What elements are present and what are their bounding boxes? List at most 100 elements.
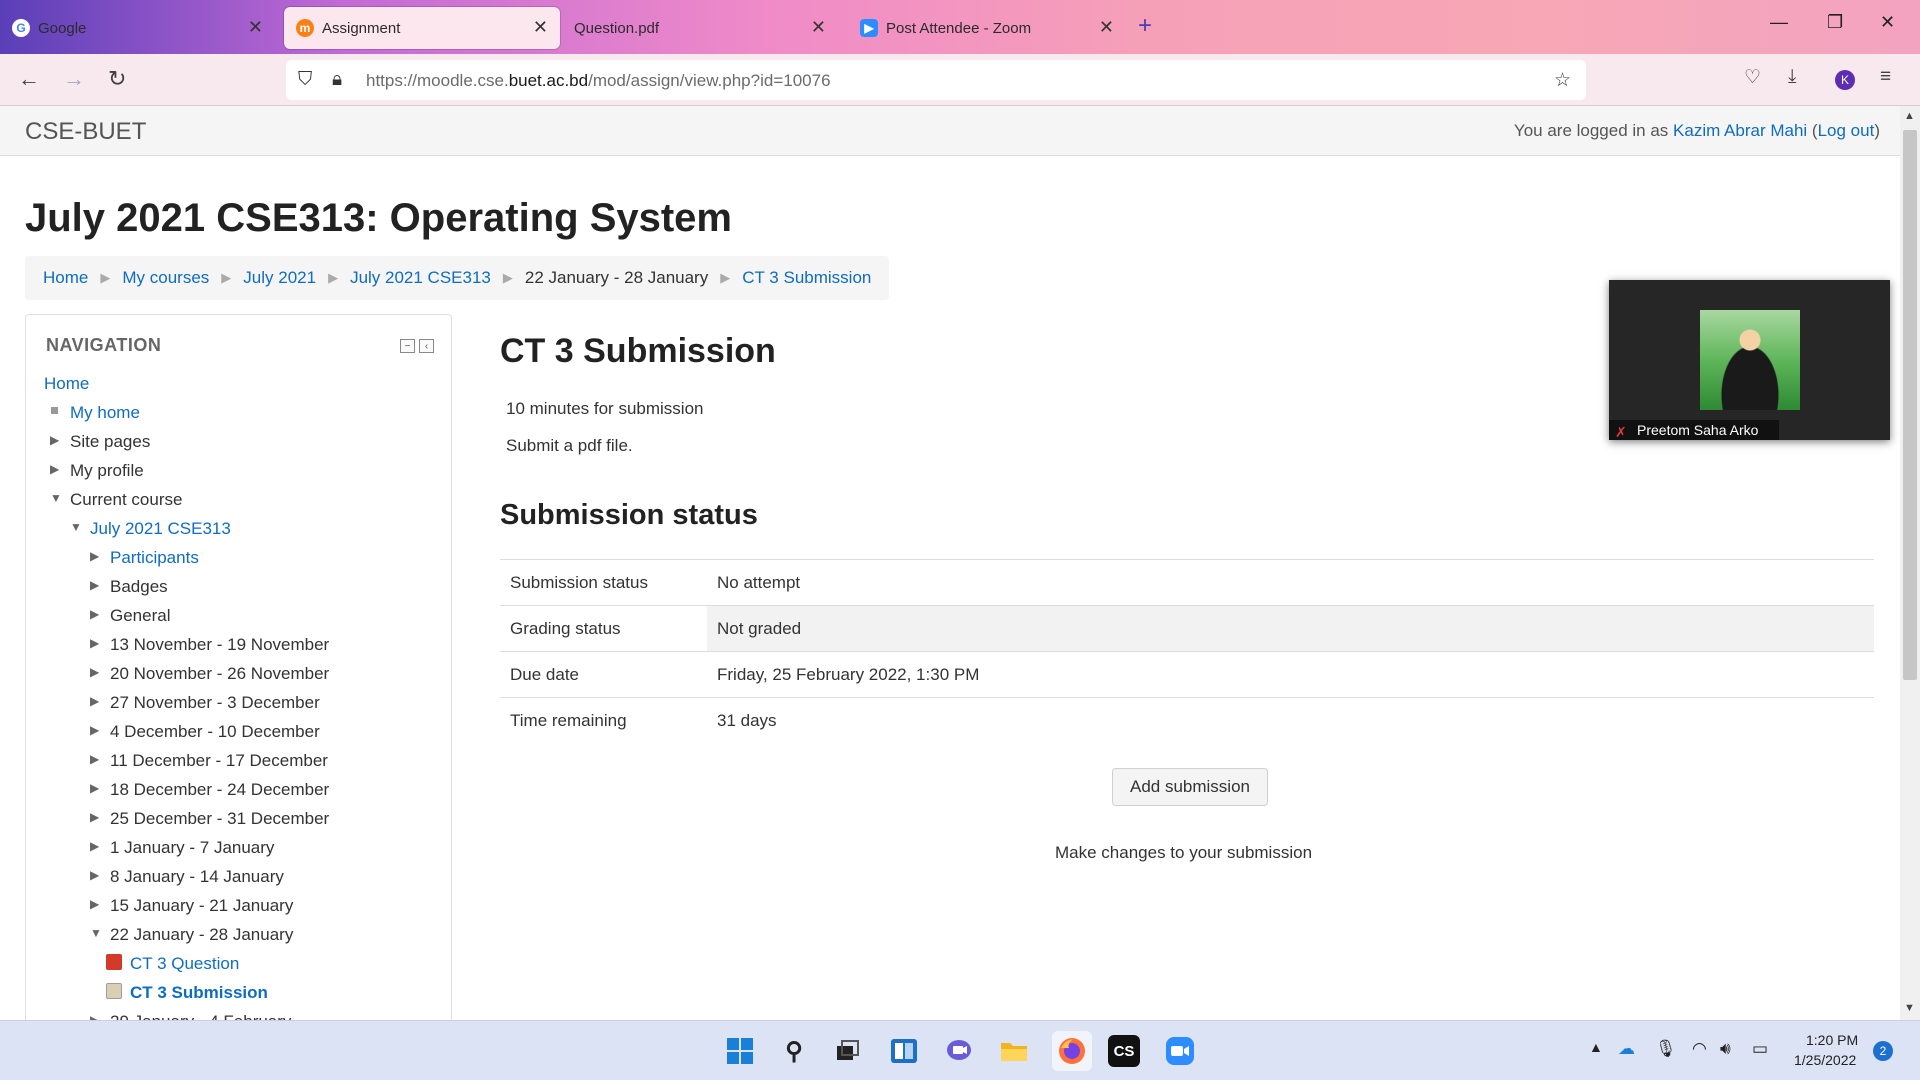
onedrive-icon[interactable]: ☁: [1618, 1039, 1635, 1059]
tab-title: Assignment: [322, 19, 401, 37]
start-icon[interactable]: [724, 1035, 756, 1067]
site-name[interactable]: CSE-BUET: [25, 118, 146, 146]
back-icon[interactable]: ←: [18, 66, 40, 92]
expand-arrow-icon: ▶: [90, 781, 100, 795]
navigation-block: NAVIGATION − ‹ Home My home ▶ Site pages …: [25, 314, 452, 1020]
nav-item-home[interactable]: Home: [44, 374, 89, 394]
zoom-video-thumbnail[interactable]: ✗ Preetom Saha Arko: [1609, 280, 1890, 440]
cs-app-icon[interactable]: CS: [1108, 1035, 1140, 1067]
close-icon[interactable]: ✕: [533, 17, 548, 38]
breadcrumb-home[interactable]: Home: [43, 268, 88, 288]
breadcrumb-my-courses[interactable]: My courses: [122, 268, 209, 288]
zoom-icon: ▶: [860, 19, 878, 37]
expand-arrow-icon: ▶: [90, 868, 100, 882]
nav-item-week[interactable]: ▶ 15 January - 21 January: [90, 896, 293, 916]
bookmark-star-icon[interactable]: ☆: [1554, 69, 1571, 92]
nav-item-week[interactable]: ▶ 20 November - 26 November: [90, 664, 329, 684]
search-icon[interactable]: ⚲: [778, 1035, 810, 1067]
nav-item-ct3-submission[interactable]: CT 3 Submission: [106, 983, 268, 1003]
battery-icon[interactable]: ▭: [1752, 1039, 1768, 1059]
changes-note: Make changes to your submission: [1055, 843, 1313, 862]
breadcrumb-current[interactable]: CT 3 Submission: [742, 268, 871, 288]
user-name-link[interactable]: Kazim Abrar Mahi: [1673, 121, 1807, 140]
tab-zoom[interactable]: ▶ Post Attendee - Zoom ✕: [848, 7, 1126, 49]
new-tab-button[interactable]: +: [1138, 12, 1152, 40]
navigation-toolbar: ← → ↻ ⛉ 🔒︎ https://moodle.cse.buet.ac.bd…: [0, 54, 1920, 106]
forward-icon[interactable]: →: [63, 66, 85, 92]
url-text[interactable]: https://moodle.cse.buet.ac.bd/mod/assign…: [366, 71, 831, 91]
breadcrumb-separator-icon: ▶: [100, 270, 111, 285]
page-scrollbar[interactable]: ▲ ▼: [1900, 106, 1920, 1020]
close-icon[interactable]: ✕: [811, 17, 826, 38]
nav-item-site-pages[interactable]: ▶ Site pages: [50, 432, 150, 452]
bullet-icon: [51, 407, 58, 414]
expand-arrow-icon: ▶: [90, 549, 100, 563]
nav-item-week[interactable]: ▶ 25 December - 31 December: [90, 809, 329, 829]
shield-icon[interactable]: ⛉: [298, 69, 312, 91]
scroll-thumb[interactable]: [1903, 130, 1917, 680]
close-icon[interactable]: ✕: [248, 17, 263, 38]
submission-status-heading: Submission status: [500, 499, 758, 531]
tab-title: Google: [38, 19, 87, 37]
nav-item-my-profile[interactable]: ▶ My profile: [50, 461, 144, 481]
nav-item-week[interactable]: ▶ 13 November - 19 November: [90, 635, 329, 655]
nav-item-week[interactable]: ▶ 4 December - 10 December: [90, 722, 320, 742]
nav-item-current-course[interactable]: ▼ Current course: [50, 490, 182, 510]
scroll-down-icon[interactable]: ▼: [1904, 1002, 1915, 1014]
nav-item-week[interactable]: ▶ 8 January - 14 January: [90, 867, 284, 887]
logout-link[interactable]: Log out: [1818, 121, 1875, 140]
microphone-icon[interactable]: 🎙︎: [1655, 1039, 1677, 1059]
nav-item-week[interactable]: ▶ 18 December - 24 December: [90, 780, 329, 800]
restore-icon[interactable]: ❐: [1827, 12, 1843, 33]
firefox-icon[interactable]: [1052, 1031, 1092, 1071]
tab-google[interactable]: G Google ✕: [0, 7, 275, 49]
menu-icon[interactable]: ≡: [1880, 66, 1891, 88]
nav-item-course[interactable]: ▼ July 2021 CSE313: [70, 519, 231, 539]
teams-chat-icon[interactable]: [943, 1035, 975, 1067]
nav-item-week[interactable]: ▶ 1 January - 7 January: [90, 838, 274, 858]
download-icon[interactable]: ⤓: [1788, 66, 1796, 88]
breadcrumb-course[interactable]: July 2021 CSE313: [350, 268, 491, 288]
lock-icon[interactable]: 🔒︎: [332, 69, 342, 91]
breadcrumb-july-2021[interactable]: July 2021: [243, 268, 316, 288]
nav-item-ct3-question[interactable]: CT 3 Question: [106, 954, 239, 974]
submission-status-table: Submission status No attempt Grading sta…: [500, 559, 1874, 744]
breadcrumb: Home ▶ My courses ▶ July 2021 ▶ July 202…: [25, 256, 890, 300]
close-icon[interactable]: ✕: [1099, 17, 1114, 38]
nav-item-general[interactable]: ▶ General: [90, 606, 170, 626]
wifi-icon[interactable]: ◠: [1692, 1039, 1707, 1059]
nav-item-week[interactable]: ▶ 27 November - 3 December: [90, 693, 320, 713]
widgets-icon[interactable]: [888, 1035, 920, 1067]
add-submission-button[interactable]: Add submission: [1112, 768, 1268, 806]
mic-muted-icon: ✗: [1615, 424, 1627, 440]
collapse-block-icon[interactable]: −: [400, 339, 415, 353]
window-close-icon[interactable]: ✕: [1880, 12, 1895, 33]
nav-item-week[interactable]: ▶ 11 December - 17 December: [90, 751, 328, 771]
scroll-up-icon[interactable]: ▲: [1904, 110, 1915, 122]
clock-date[interactable]: 1/25/2022: [1794, 1052, 1856, 1068]
nav-item-participants[interactable]: ▶ Participants: [90, 548, 199, 568]
address-bar[interactable]: ⛉ 🔒︎ https://moodle.cse.buet.ac.bd/mod/a…: [286, 60, 1586, 100]
file-explorer-icon[interactable]: [998, 1035, 1030, 1067]
reload-icon[interactable]: ↻: [108, 66, 126, 92]
collapse-arrow-icon: ▼: [70, 520, 82, 534]
nav-item-badges[interactable]: ▶ Badges: [90, 577, 168, 597]
dock-block-icon[interactable]: ‹: [419, 339, 434, 353]
volume-icon[interactable]: 🔊︎: [1720, 1039, 1731, 1059]
nav-item-current-week[interactable]: ▼ 22 January - 28 January: [90, 925, 293, 945]
profile-avatar[interactable]: K: [1835, 70, 1855, 90]
tab-question-pdf[interactable]: Question.pdf ✕: [562, 7, 838, 49]
minimize-icon[interactable]: —: [1770, 12, 1788, 33]
tab-assignment[interactable]: m Assignment ✕: [284, 7, 560, 49]
nav-item-week[interactable]: ▶29 January - 4 February: [90, 1012, 291, 1020]
notification-badge[interactable]: 2: [1873, 1041, 1893, 1061]
row-label: Due date: [510, 664, 579, 684]
assignment-icon: [106, 983, 122, 999]
google-icon: G: [12, 19, 30, 37]
show-hidden-icons-icon[interactable]: ▲: [1589, 1039, 1603, 1055]
nav-item-my-home[interactable]: My home: [51, 403, 140, 423]
task-view-icon[interactable]: [832, 1035, 864, 1067]
clock-time[interactable]: 1:20 PM: [1806, 1032, 1858, 1048]
zoom-app-icon[interactable]: [1164, 1035, 1196, 1067]
pocket-icon[interactable]: ♡: [1744, 66, 1761, 89]
